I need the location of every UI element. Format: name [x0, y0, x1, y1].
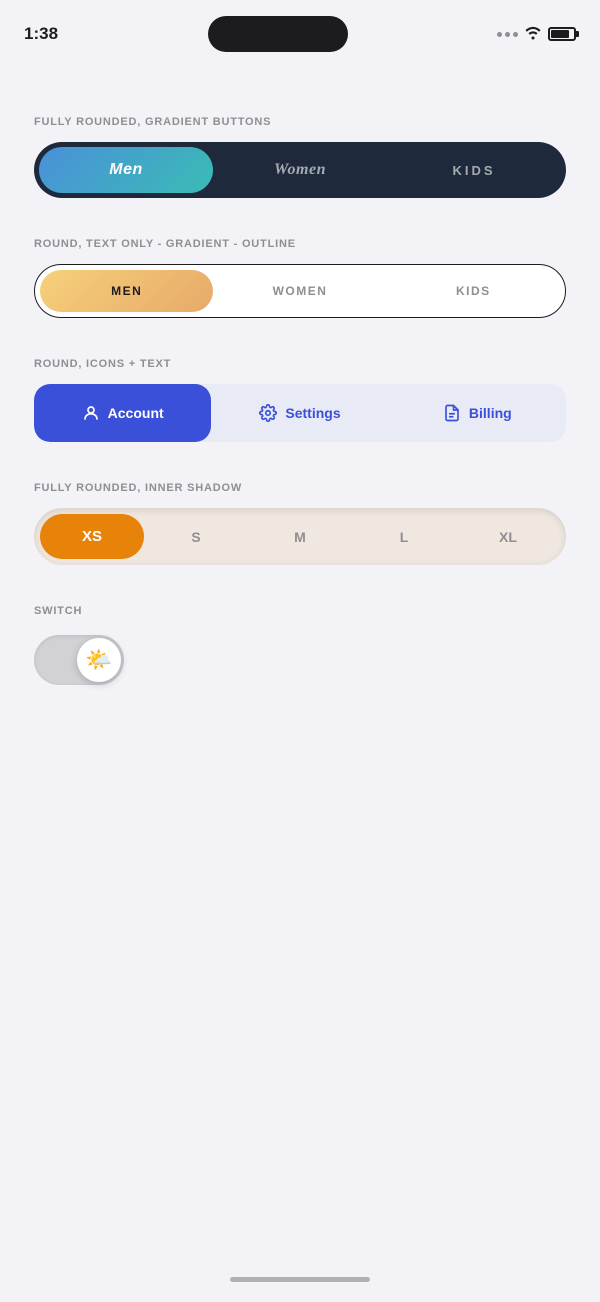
settings-label: Settings	[285, 405, 340, 421]
status-bar: 1:38	[0, 0, 600, 56]
outline-women-button[interactable]: WOMEN	[213, 270, 386, 312]
icon-text-section: ROUND, ICONS + TEXT Account Settings	[34, 358, 566, 442]
status-notch	[208, 16, 348, 52]
battery-icon	[548, 27, 576, 41]
inner-shadow-label: FULLY ROUNDED, INNER SHADOW	[34, 482, 566, 494]
main-content: FULLY ROUNDED, GRADIENT BUTTONS Men Wome…	[0, 56, 600, 765]
status-time: 1:38	[24, 24, 58, 44]
outline-kids-button[interactable]: KIDS	[387, 270, 560, 312]
inner-shadow-group: XS S M L XL	[34, 508, 566, 565]
size-m-button[interactable]: M	[248, 515, 352, 559]
gradient-pill-section: FULLY ROUNDED, GRADIENT BUTTONS Men Wome…	[34, 116, 566, 198]
size-s-button[interactable]: S	[144, 515, 248, 559]
home-indicator	[230, 1277, 370, 1282]
outline-pill-section: ROUND, TEXT ONLY - GRADIENT - OUTLINE ME…	[34, 238, 566, 318]
settings-button[interactable]: Settings	[211, 384, 388, 442]
switch-section: SWITCH 🌤️	[34, 605, 566, 685]
size-xs-button[interactable]: XS	[40, 514, 144, 559]
outline-pill-group: MEN WOMEN KIDS	[34, 264, 566, 318]
signal-icon	[497, 32, 518, 37]
toggle-switch[interactable]: 🌤️	[34, 635, 124, 685]
size-xl-button[interactable]: XL	[456, 515, 560, 559]
person-icon	[82, 404, 100, 422]
wifi-icon	[524, 26, 542, 43]
size-l-button[interactable]: L	[352, 515, 456, 559]
gear-icon	[259, 404, 277, 422]
billing-button[interactable]: Billing	[389, 384, 566, 442]
gradient-men-button[interactable]: Men	[39, 147, 213, 193]
icon-text-group: Account Settings Billing	[34, 384, 566, 442]
switch-label: SWITCH	[34, 605, 566, 617]
account-label: Account	[108, 405, 164, 421]
gradient-kids-button[interactable]: KIDS	[387, 149, 561, 192]
gradient-pill-label: FULLY ROUNDED, GRADIENT BUTTONS	[34, 116, 566, 128]
outline-pill-label: ROUND, TEXT ONLY - GRADIENT - OUTLINE	[34, 238, 566, 250]
billing-label: Billing	[469, 405, 512, 421]
icon-text-label: ROUND, ICONS + TEXT	[34, 358, 566, 370]
receipt-icon	[443, 404, 461, 422]
gradient-pill-group: Men Women KIDS	[34, 142, 566, 198]
gradient-women-button[interactable]: Women	[213, 147, 387, 193]
outline-men-button[interactable]: MEN	[40, 270, 213, 312]
account-button[interactable]: Account	[34, 384, 211, 442]
switch-thumb: 🌤️	[77, 638, 121, 682]
inner-shadow-section: FULLY ROUNDED, INNER SHADOW XS S M L XL	[34, 482, 566, 565]
sun-icon: 🌤️	[85, 647, 112, 673]
status-icons	[497, 26, 576, 43]
